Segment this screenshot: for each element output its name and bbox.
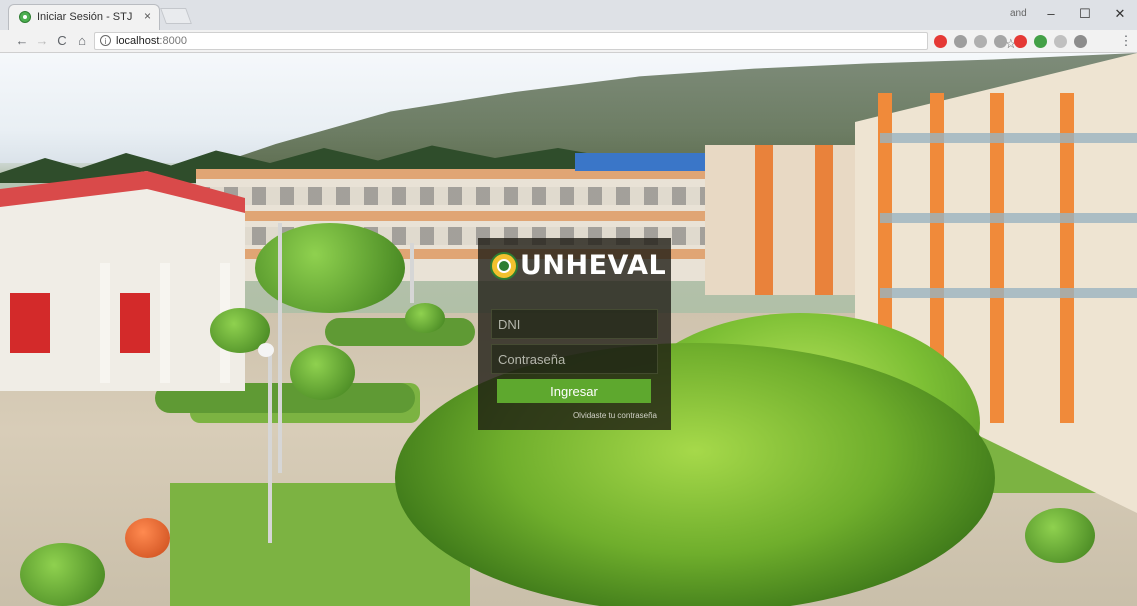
profile-name[interactable]: and [1010, 8, 1027, 19]
background-hedge [325, 318, 475, 346]
background-building-mid [705, 145, 865, 295]
browser-titlebar: Iniciar Sesión - STJ × and – ☐ ✕ [0, 0, 1137, 30]
browser-tab[interactable]: Iniciar Sesión - STJ × [8, 4, 160, 30]
back-icon[interactable]: ← [14, 33, 30, 49]
background-bush [20, 543, 105, 606]
background-bush [290, 345, 355, 400]
shield-icon[interactable] [1034, 35, 1047, 48]
brand-header: UNHEVAL [478, 248, 671, 284]
menu-icon[interactable]: ⋮ [1118, 33, 1134, 49]
home-icon[interactable]: ⌂ [74, 33, 90, 49]
info-icon[interactable]: i [100, 35, 111, 46]
browser-toolbar: ← → C ⌂ i localhost:8000 ☆ ⋮ [0, 30, 1137, 53]
background-railing [880, 213, 1137, 223]
close-window-button[interactable]: ✕ [1110, 6, 1130, 22]
url-port: :8000 [159, 35, 187, 47]
reload-icon[interactable]: C [54, 33, 70, 49]
tab-close-icon[interactable]: × [144, 9, 151, 23]
background-railing [880, 133, 1137, 143]
extension-icon-4[interactable] [994, 35, 1007, 48]
adblock-icon[interactable] [934, 35, 947, 48]
background-lamppost [410, 243, 414, 303]
address-bar[interactable]: i localhost:8000 ☆ [94, 32, 1017, 51]
url-text: localhost:8000 [116, 35, 187, 47]
url-host: localhost [116, 35, 160, 47]
background-column [160, 263, 170, 383]
minimize-button[interactable]: – [1041, 6, 1061, 21]
background-bush [405, 303, 445, 333]
extension-icon-2[interactable] [954, 35, 967, 48]
forgot-password-link[interactable]: Olvidaste tu contraseña [573, 411, 657, 420]
background-lamppost [268, 353, 272, 543]
background-red-wall [10, 293, 50, 353]
dni-input[interactable] [491, 309, 658, 339]
university-logo-icon [490, 252, 518, 280]
background-column [100, 263, 110, 383]
new-tab-button[interactable] [160, 8, 192, 24]
background-lamppost [278, 223, 282, 473]
filter-icon[interactable] [1074, 35, 1087, 48]
extension-icon-7[interactable] [1054, 35, 1067, 48]
extension-icon-3[interactable] [974, 35, 987, 48]
background-red-wall [120, 293, 150, 353]
background-blue-roof [575, 153, 705, 171]
background-railing [880, 288, 1137, 298]
opera-icon[interactable] [1014, 35, 1027, 48]
login-card: UNHEVAL Ingresar Olvidaste tu contraseña [478, 238, 671, 430]
login-button[interactable]: Ingresar [497, 379, 651, 403]
maximize-button[interactable]: ☐ [1075, 6, 1095, 22]
brand-name: UNHEVAL [520, 250, 667, 281]
tab-title: Iniciar Sesión - STJ [37, 11, 133, 23]
forward-icon[interactable]: → [34, 33, 50, 49]
background-bush [1025, 508, 1095, 563]
password-input[interactable] [491, 344, 658, 374]
favicon-icon [19, 11, 31, 23]
background-flowers [125, 518, 170, 558]
background-lamp [258, 343, 274, 357]
page-content: UNHEVAL Ingresar Olvidaste tu contraseña [0, 53, 1137, 606]
